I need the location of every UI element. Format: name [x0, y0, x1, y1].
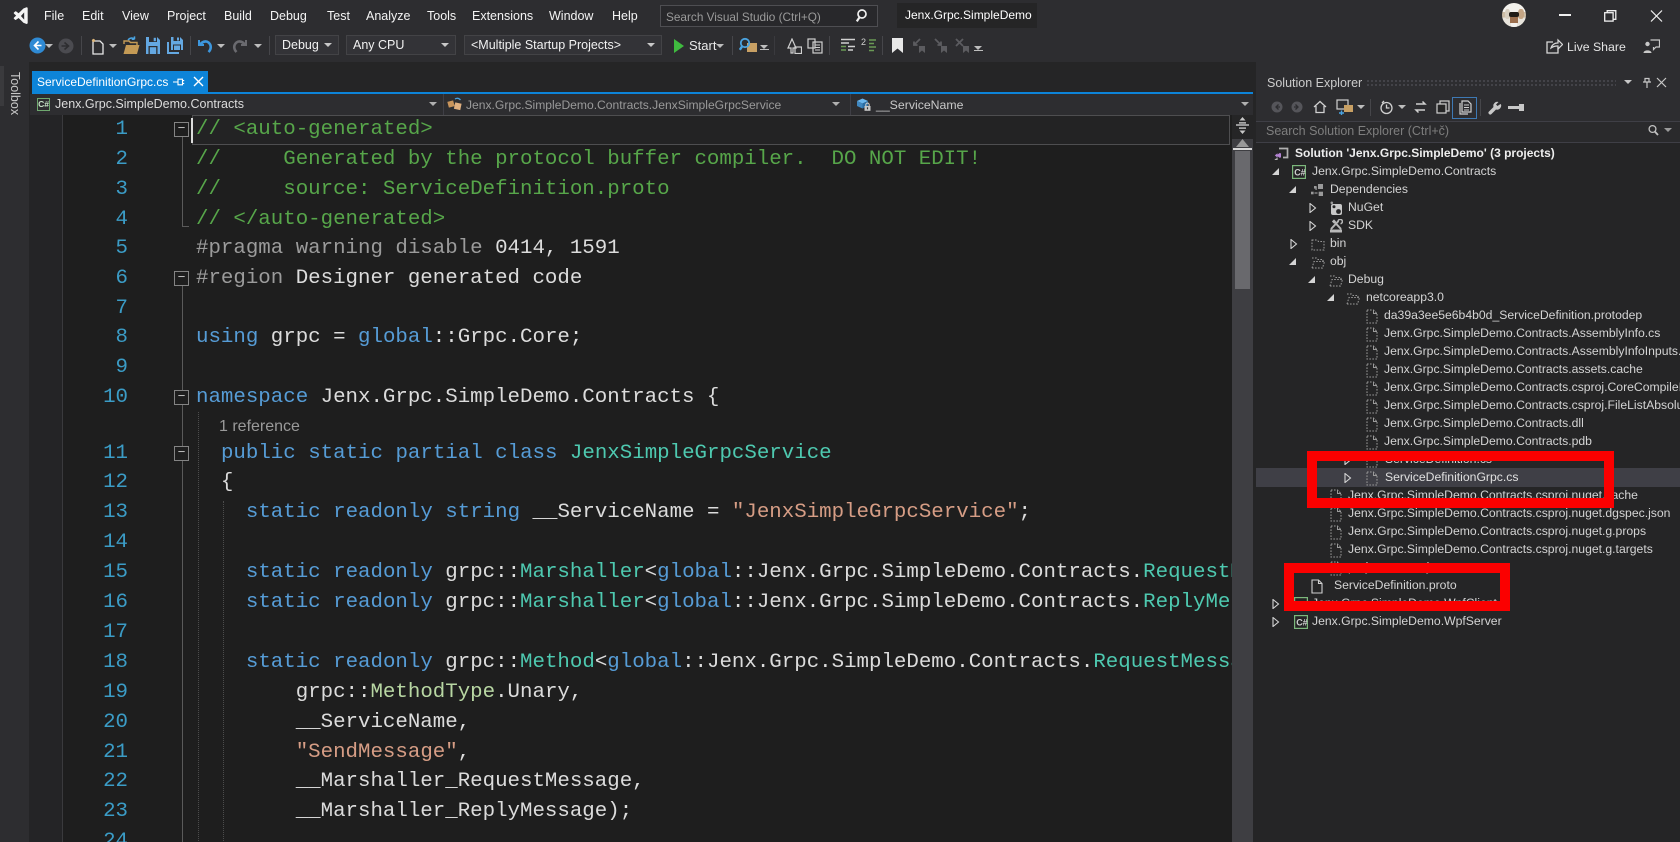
svg-text:2: 2 [861, 38, 866, 47]
